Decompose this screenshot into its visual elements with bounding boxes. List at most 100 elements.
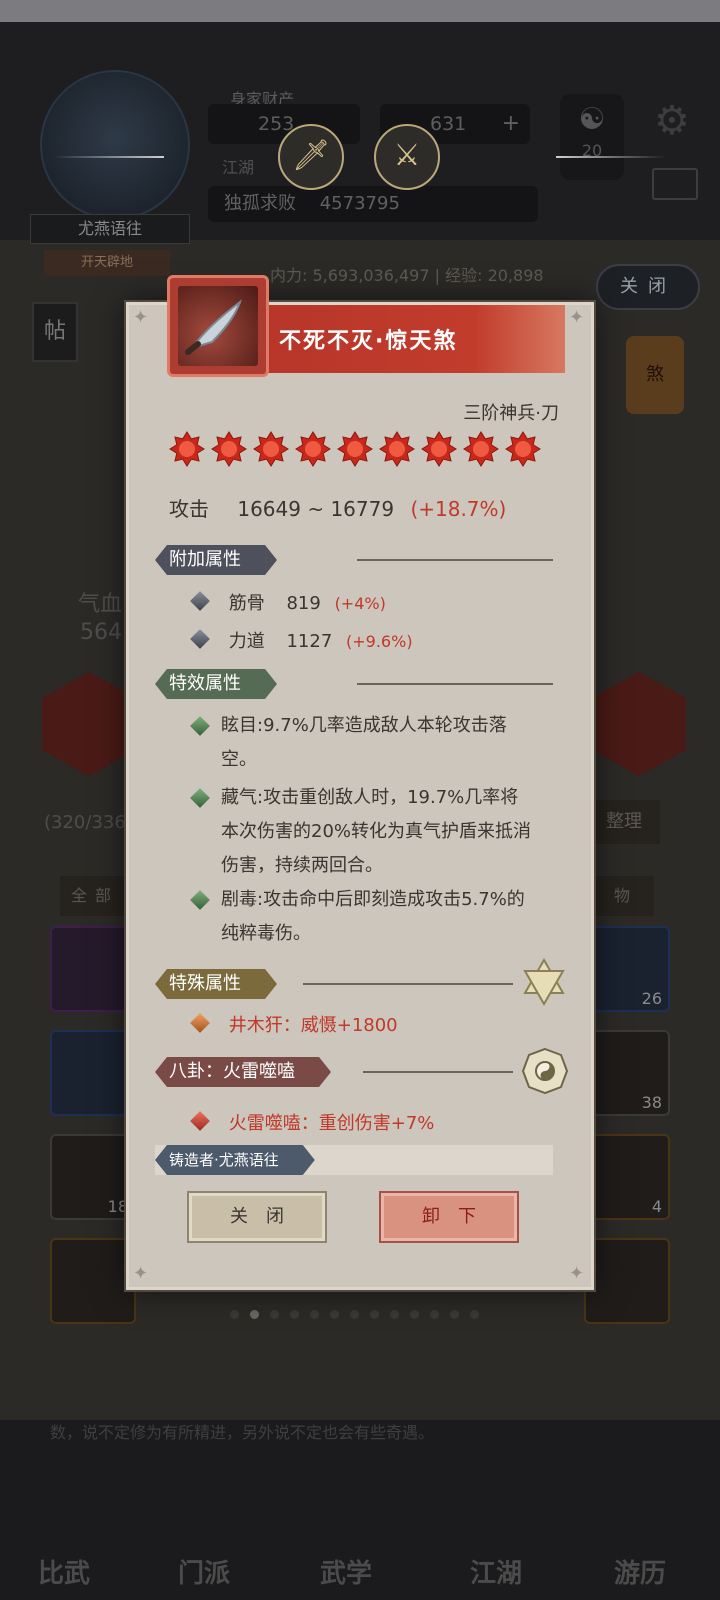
bag-slot[interactable] <box>50 1030 136 1116</box>
attack-label: 攻击 <box>169 497 209 521</box>
slot-quantity: 18 <box>107 1197 128 1216</box>
diamond-icon <box>190 629 210 649</box>
diamond-icon <box>190 591 210 611</box>
filter-item-tab[interactable]: 物 <box>590 876 654 916</box>
status-bar <box>0 0 720 22</box>
bagua-attribute-row: 火雷噬嗑：重创伤害+7% <box>190 1109 435 1135</box>
invitation-button[interactable]: 帖 <box>32 302 78 362</box>
mail-icon[interactable] <box>652 168 698 200</box>
bag-slot[interactable] <box>584 1238 670 1324</box>
section-title: 特殊属性 <box>155 969 277 999</box>
item-grade: 三阶神兵·刀 <box>463 403 559 424</box>
bag-slot[interactable] <box>50 926 136 1012</box>
blade-icon[interactable]: ⚔ <box>374 124 440 190</box>
corner-ornament: ✦ <box>133 1263 149 1284</box>
hp-label: 气血 <box>78 592 123 617</box>
bag-slot[interactable]: 38 <box>584 1030 670 1116</box>
section-bagua: 八卦：火雷噬嗑 <box>155 1057 553 1087</box>
star-icon <box>463 431 499 467</box>
section-title: 附加属性 <box>155 545 277 575</box>
effect-text: 藏气:攻击重创敌人时，19.7%几率将本次伤害的20%转化为真气护盾来抵消伤害，… <box>221 787 532 876</box>
special-attribute-row: 井木犴：威慑+1800 <box>190 1011 398 1037</box>
nav-tab-martial[interactable]: 武学 <box>296 1553 396 1590</box>
close-button[interactable]: 关闭 <box>187 1191 327 1243</box>
slot-quantity: 38 <box>641 1093 662 1112</box>
power-row: 独孤求败 4573795 <box>208 186 538 222</box>
section-divider <box>357 559 553 561</box>
star-icon <box>505 431 541 467</box>
star-icon <box>379 431 415 467</box>
forger-label: 铸造者·尤燕语往 <box>155 1145 315 1175</box>
emblem-icon[interactable]: 煞 <box>626 336 684 414</box>
region-label: 江湖 <box>222 158 255 177</box>
stats-line: 内力: 5,693,036,497 | 经验: 20,898 <box>270 266 544 285</box>
gear-icon[interactable]: ⚙ <box>654 98 690 144</box>
section-forger: 铸造者·尤燕语往 <box>155 1145 553 1175</box>
effect-item: 剧毒:攻击命中后即刻造成攻击5.7%的纯粹毒伤。 <box>190 883 533 951</box>
divider <box>556 156 666 158</box>
attribute-row: 力道 1127 (+9.6%) <box>190 627 413 653</box>
nav-tab-travel[interactable]: 游历 <box>590 1553 690 1590</box>
power-value: 4573795 <box>319 193 400 214</box>
star-icon <box>253 431 289 467</box>
star-icon <box>295 431 331 467</box>
gem-value: 631 <box>430 113 467 135</box>
hp-value: 564 <box>80 620 122 645</box>
sword-icon[interactable]: 🗡 <box>278 124 344 190</box>
star-icon <box>211 431 247 467</box>
corner-ornament: ✦ <box>569 1263 585 1284</box>
diamond-icon <box>190 1013 210 1033</box>
section-divider <box>357 683 553 685</box>
attack-bonus: (+18.7%) <box>410 497 507 521</box>
item-detail-dialog: ✦ ✦ ✦ ✦ 不死不灭·惊天煞 三阶神兵·刀 攻击 16649 ~ 16779… <box>126 275 594 1290</box>
nav-tab-compete[interactable]: 比武 <box>14 1553 114 1590</box>
yinyang-button[interactable]: ☯ 20 <box>560 94 624 180</box>
corner-ornament: ✦ <box>133 307 149 328</box>
power-label: 独孤求败 <box>224 193 296 214</box>
unequip-button[interactable]: 卸下 <box>379 1191 519 1243</box>
effect-text: 剧毒:攻击命中后即刻造成攻击5.7%的纯粹毒伤。 <box>221 889 525 944</box>
sort-button[interactable]: 整理 <box>588 800 660 844</box>
bagua-icon <box>521 1047 569 1095</box>
attribute-bonus: (+4%) <box>334 594 386 613</box>
item-name: 不死不灭·惊天煞 <box>279 329 458 354</box>
section-title: 八卦：火雷噬嗑 <box>155 1057 331 1087</box>
attribute-value: 819 <box>286 593 321 614</box>
special-attribute-text: 井木犴：威慑+1800 <box>228 1015 398 1036</box>
avatar[interactable] <box>40 70 190 220</box>
bag-slot[interactable] <box>50 1238 136 1324</box>
hexagram-icon <box>523 957 565 1007</box>
item-icon <box>167 275 269 377</box>
nav-tab-sect[interactable]: 门派 <box>154 1553 254 1590</box>
bag-slot[interactable]: 18 <box>50 1134 136 1220</box>
bagua-attribute-text: 火雷噬嗑：重创伤害+7% <box>228 1113 435 1134</box>
attribute-name: 筋骨 <box>228 593 265 614</box>
attribute-row: 筋骨 819 (+4%) <box>190 589 386 615</box>
slot-quantity: 4 <box>651 1197 662 1216</box>
filter-all-tab[interactable]: 全部 <box>60 876 130 916</box>
yinyang-icon: ☯ <box>578 102 606 137</box>
attribute-value: 1127 <box>286 631 333 652</box>
blade-icon <box>178 286 258 366</box>
attribute-name: 力道 <box>228 631 265 652</box>
bag-slot[interactable]: 4 <box>584 1134 670 1220</box>
effect-item: 眩目:9.7%几率造成敌人本轮攻击落空。 <box>190 709 533 777</box>
section-divider <box>363 1071 513 1073</box>
description-text: 数，说不定修为有所精进，另外说不定也会有些奇遇。 <box>50 1423 435 1442</box>
page-indicator <box>230 1304 490 1319</box>
section-title: 特效属性 <box>155 669 277 699</box>
player-title: 开天辟地 <box>44 250 170 276</box>
section-divider <box>303 983 513 985</box>
close-button[interactable]: 关闭 <box>596 264 700 310</box>
nav-tab-jianghu[interactable]: 江湖 <box>446 1553 546 1590</box>
effect-item: 藏气:攻击重创敌人时，19.7%几率将本次伤害的20%转化为真气护盾来抵消伤害，… <box>190 781 533 883</box>
add-gem-icon[interactable]: + <box>502 104 520 144</box>
star-icon <box>337 431 373 467</box>
section-extra-attributes: 附加属性 <box>155 545 553 575</box>
attribute-bonus: (+9.6%) <box>346 632 413 651</box>
section-effect-attributes: 特效属性 <box>155 669 553 699</box>
diamond-icon <box>190 1111 210 1131</box>
bag-slot[interactable]: 26 <box>584 926 670 1012</box>
attack-range: 16649 ~ 16779 <box>237 497 395 521</box>
star-rating <box>169 431 547 471</box>
